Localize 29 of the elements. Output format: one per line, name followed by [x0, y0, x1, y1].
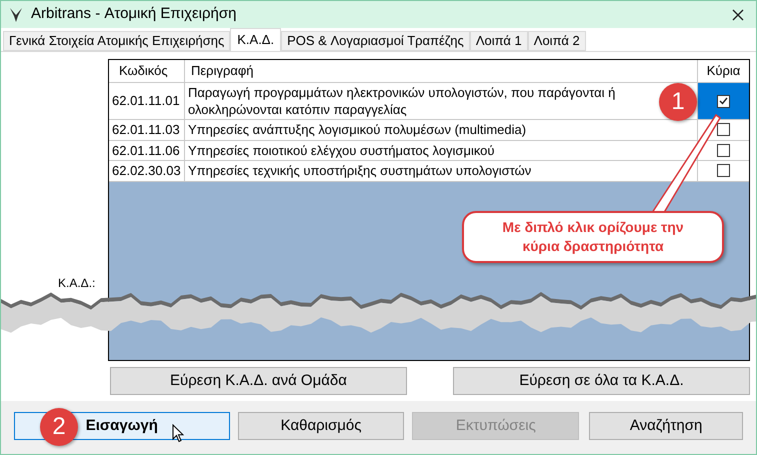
table-cell: 62.01.11.06	[109, 140, 185, 160]
step-badge: 2	[40, 408, 78, 446]
column-header[interactable]: Κύρια	[698, 60, 749, 82]
checkbox[interactable]	[717, 144, 730, 157]
window-title: Arbitrans - Ατομική Επιχειρήση	[31, 4, 238, 24]
table-cell: 62.02.30.03	[109, 161, 185, 180]
callout-bubble: Με διπλό κλικ ορίζουμε την κύρια δραστηριότητα	[462, 211, 724, 263]
action-button[interactable]: Αναζήτηση	[589, 412, 743, 440]
bird-icon	[9, 6, 23, 22]
tab[interactable]: Κ.Α.Δ.	[230, 28, 282, 51]
table-cell: 62.01.11.01	[109, 83, 185, 119]
cursor-icon	[172, 424, 184, 443]
table-cell: 62.01.11.03	[109, 120, 185, 140]
close-icon[interactable]	[732, 8, 744, 20]
checkbox[interactable]	[717, 164, 730, 178]
checkbox[interactable]	[717, 94, 730, 108]
tab[interactable]: POS & Λογαριασμοί Τραπέζης	[281, 31, 470, 51]
tab[interactable]: Γενικά Στοιχεία Ατομικής Επιχειρήσης	[3, 31, 230, 51]
column-header[interactable]: Κωδικός	[109, 60, 185, 82]
checkmark-icon	[719, 97, 728, 105]
table-cell[interactable]	[698, 83, 749, 119]
tab[interactable]: Λοιπά 1	[470, 31, 528, 51]
action-button[interactable]: Καθαρισμός	[238, 412, 404, 440]
field-label: Κ.Α.Δ.:	[58, 275, 96, 292]
column-header[interactable]: Περιγραφή	[185, 60, 698, 82]
search-button[interactable]: Εύρεση σε όλα τα Κ.Α.Δ.	[453, 367, 750, 395]
tab[interactable]: Λοιπά 2	[528, 31, 586, 51]
search-button[interactable]: Εύρεση Κ.Α.Δ. ανά Ομάδα	[110, 367, 407, 395]
checkbox[interactable]	[717, 123, 730, 136]
